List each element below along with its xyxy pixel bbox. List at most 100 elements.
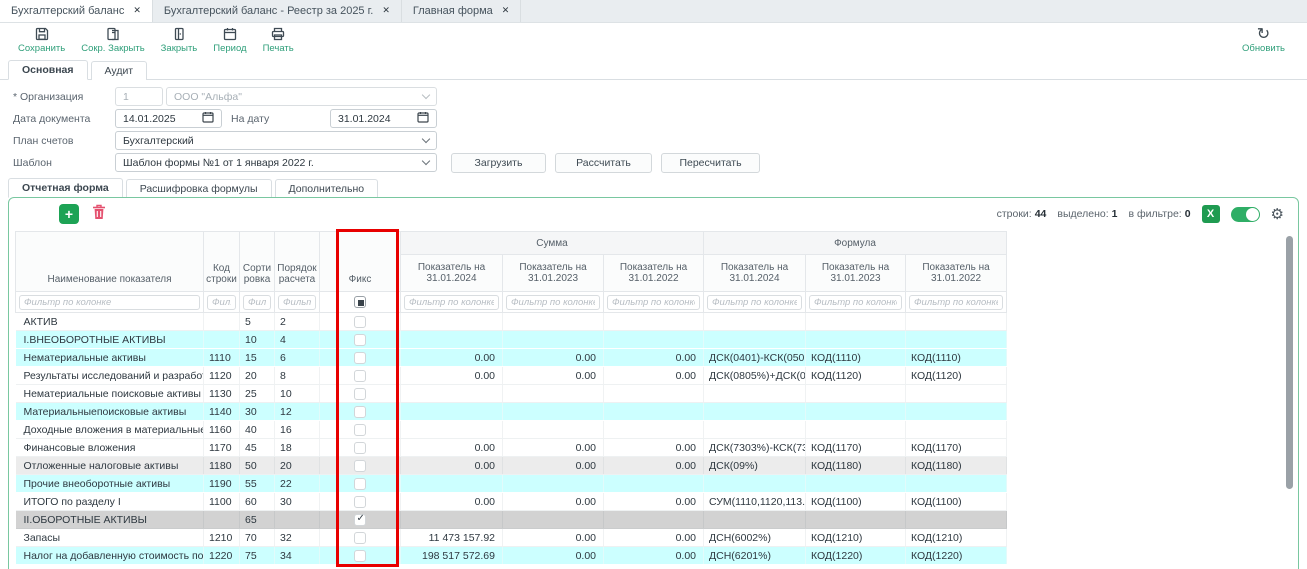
column-header-order[interactable]: Порядок расчета — [275, 232, 320, 292]
window-tab-balance[interactable]: Бухгалтерский баланс ✕ — [0, 0, 153, 22]
cell-name[interactable]: Нематериальные активы — [16, 349, 204, 367]
cell-f2023[interactable] — [806, 403, 906, 421]
cell-sort[interactable]: 65 — [240, 511, 275, 529]
cell-f2022[interactable]: КОД(1210) — [906, 529, 1007, 547]
cell-s2022[interactable] — [604, 385, 704, 403]
cell-name[interactable]: Отложенные налоговые активы — [16, 457, 204, 475]
cell-s2024[interactable] — [401, 421, 503, 439]
cell-sort[interactable]: 30 — [240, 403, 275, 421]
cell-code[interactable] — [204, 313, 240, 331]
cell-sort[interactable]: 75 — [240, 547, 275, 565]
column-header-sort[interactable]: Сорти ровка — [240, 232, 275, 292]
cell-s2024[interactable]: 0.00 — [401, 493, 503, 511]
cell-fix[interactable] — [320, 511, 401, 529]
cell-s2022[interactable]: 0.00 — [604, 547, 704, 565]
cell-s2023[interactable] — [503, 421, 604, 439]
cell-fix[interactable] — [320, 403, 401, 421]
cell-s2023[interactable]: 0.00 — [503, 493, 604, 511]
close-button[interactable]: Закрыть — [153, 25, 206, 54]
cell-s2023[interactable]: 0.00 — [503, 547, 604, 565]
cell-f2024[interactable] — [704, 313, 806, 331]
cell-s2023[interactable] — [503, 313, 604, 331]
cell-code[interactable]: 1110 — [204, 349, 240, 367]
cell-f2024[interactable]: ДСК(0401)-КСК(0501) — [704, 349, 806, 367]
gear-icon[interactable]: ⚙ — [1271, 205, 1284, 223]
cell-sort[interactable]: 10 — [240, 331, 275, 349]
cell-name[interactable]: I.ВНЕОБОРОТНЫЕ АКТИВЫ — [16, 331, 204, 349]
close-icon[interactable]: ✕ — [133, 6, 141, 16]
cell-fix[interactable] — [320, 439, 401, 457]
cell-f2023[interactable] — [806, 421, 906, 439]
fix-checkbox[interactable] — [354, 550, 366, 562]
filter-input-code[interactable] — [207, 295, 236, 310]
cell-f2022[interactable] — [906, 331, 1007, 349]
column-header-code[interactable]: Код строки — [204, 232, 240, 292]
cell-name[interactable]: Прочие внеоборотные активы — [16, 475, 204, 493]
fix-checkbox[interactable] — [354, 532, 366, 544]
cell-s2022[interactable] — [604, 475, 704, 493]
cell-f2022[interactable]: КОД(1110) — [906, 349, 1007, 367]
calendar-icon[interactable] — [417, 111, 429, 126]
cell-name[interactable]: Финансовые вложения — [16, 439, 204, 457]
cell-f2024[interactable] — [704, 421, 806, 439]
cell-f2023[interactable]: КОД(1120) — [806, 367, 906, 385]
cell-f2024[interactable] — [704, 403, 806, 421]
column-header-f2023[interactable]: Показатель на 31.01.2023 — [806, 255, 906, 292]
cell-code[interactable]: 1210 — [204, 529, 240, 547]
vertical-scrollbar[interactable] — [1286, 236, 1293, 489]
cell-code[interactable]: 1120 — [204, 367, 240, 385]
fix-checkbox[interactable] — [354, 442, 366, 454]
cell-f2022[interactable]: КОД(1170) — [906, 439, 1007, 457]
cell-fix[interactable] — [320, 385, 401, 403]
cell-sort[interactable]: 25 — [240, 385, 275, 403]
period-button[interactable]: Период — [205, 25, 254, 54]
cell-name[interactable]: Доходные вложения в материальные ц... — [16, 421, 204, 439]
cell-f2023[interactable]: КОД(1180) — [806, 457, 906, 475]
cell-name[interactable]: Запасы — [16, 529, 204, 547]
document-date-field[interactable]: 14.01.2025 — [115, 109, 222, 128]
on-date-field[interactable]: 31.01.2024 — [330, 109, 437, 128]
cell-sort[interactable]: 20 — [240, 367, 275, 385]
fix-select-all-checkbox[interactable] — [354, 296, 366, 308]
cell-order[interactable]: 22 — [275, 475, 320, 493]
fix-checkbox[interactable] — [354, 460, 366, 472]
cell-s2024[interactable] — [401, 511, 503, 529]
cell-sort[interactable]: 50 — [240, 457, 275, 475]
cell-fix[interactable] — [320, 529, 401, 547]
cell-fix[interactable] — [320, 331, 401, 349]
cell-order[interactable]: 30 — [275, 493, 320, 511]
cell-sort[interactable]: 45 — [240, 439, 275, 457]
fix-checkbox[interactable] — [354, 334, 366, 346]
cell-s2023[interactable] — [503, 331, 604, 349]
column-header-f2024[interactable]: Показатель на 31.01.2024 — [704, 255, 806, 292]
column-header-s2023[interactable]: Показатель на 31.01.2023 — [503, 255, 604, 292]
close-icon[interactable]: ✕ — [382, 6, 390, 16]
cell-f2024[interactable] — [704, 385, 806, 403]
cell-f2022[interactable] — [906, 403, 1007, 421]
cell-order[interactable]: 34 — [275, 547, 320, 565]
cell-fix[interactable] — [320, 457, 401, 475]
tab-formula-breakdown[interactable]: Расшифровка формулы — [126, 179, 272, 198]
cell-order[interactable]: 16 — [275, 421, 320, 439]
load-button[interactable]: Загрузить — [451, 153, 546, 173]
filter-input-sort[interactable] — [243, 295, 271, 310]
cell-order[interactable]: 4 — [275, 331, 320, 349]
cell-code[interactable]: 1140 — [204, 403, 240, 421]
fix-checkbox[interactable] — [354, 388, 366, 400]
tab-additional[interactable]: Дополнительно — [275, 179, 379, 198]
cell-s2024[interactable]: 0.00 — [401, 367, 503, 385]
cell-f2024[interactable] — [704, 475, 806, 493]
cell-s2024[interactable]: 198 517 572.69 — [401, 547, 503, 565]
cell-s2023[interactable] — [503, 403, 604, 421]
filter-input-f2022[interactable] — [909, 295, 1003, 310]
export-excel-button[interactable]: X — [1202, 205, 1220, 223]
tab-audit[interactable]: Аудит — [91, 61, 148, 80]
cell-code[interactable]: 1100 — [204, 493, 240, 511]
filter-input-s2023[interactable] — [506, 295, 600, 310]
recalculate-button[interactable]: Пересчитать — [661, 153, 760, 173]
cell-s2024[interactable] — [401, 403, 503, 421]
chart-of-accounts-select[interactable]: Бухгалтерский — [115, 131, 437, 150]
cell-code[interactable]: 1160 — [204, 421, 240, 439]
cell-s2022[interactable]: 0.00 — [604, 349, 704, 367]
fix-checkbox[interactable] — [354, 478, 366, 490]
